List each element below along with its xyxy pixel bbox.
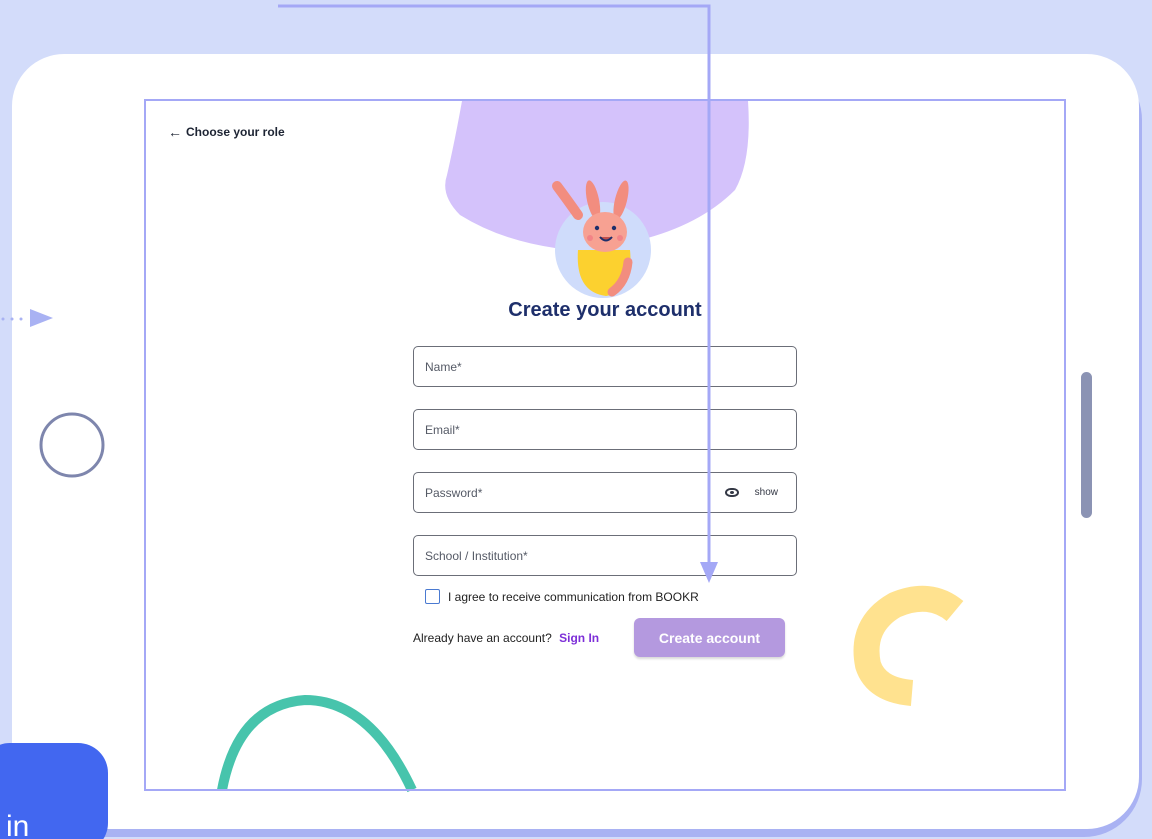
name-field[interactable]: Name* [413,346,797,387]
back-link[interactable]: ← Choose your role [168,123,285,141]
password-tools: show [724,487,796,498]
password-placeholder: Password* [425,485,483,500]
page-title: Create your account [508,299,702,321]
school-placeholder: School / Institution* [425,548,528,563]
password-field[interactable]: Password* show [413,472,797,513]
signin-prompt: Already have an account? [413,631,552,645]
name-placeholder: Name* [425,359,462,374]
email-field[interactable]: Email* [413,409,797,450]
consent-checkbox[interactable] [425,589,440,604]
back-arrow-icon: ← [168,124,182,140]
back-link-label: Choose your role [186,125,285,139]
school-field[interactable]: School / Institution* [413,535,797,576]
signin-link[interactable]: Sign In [559,631,599,645]
side-card-text: in [6,810,30,839]
signin-row: Already have an account? Sign In [413,631,599,645]
eye-icon[interactable] [724,488,739,497]
create-account-button[interactable]: Create account [634,618,785,657]
tablet-side-button [1081,372,1092,518]
consent-row[interactable]: I agree to receive communication from BO… [425,589,699,604]
show-password-toggle[interactable]: show [755,487,778,498]
email-placeholder: Email* [425,422,460,437]
consent-label: I agree to receive communication from BO… [448,589,699,604]
